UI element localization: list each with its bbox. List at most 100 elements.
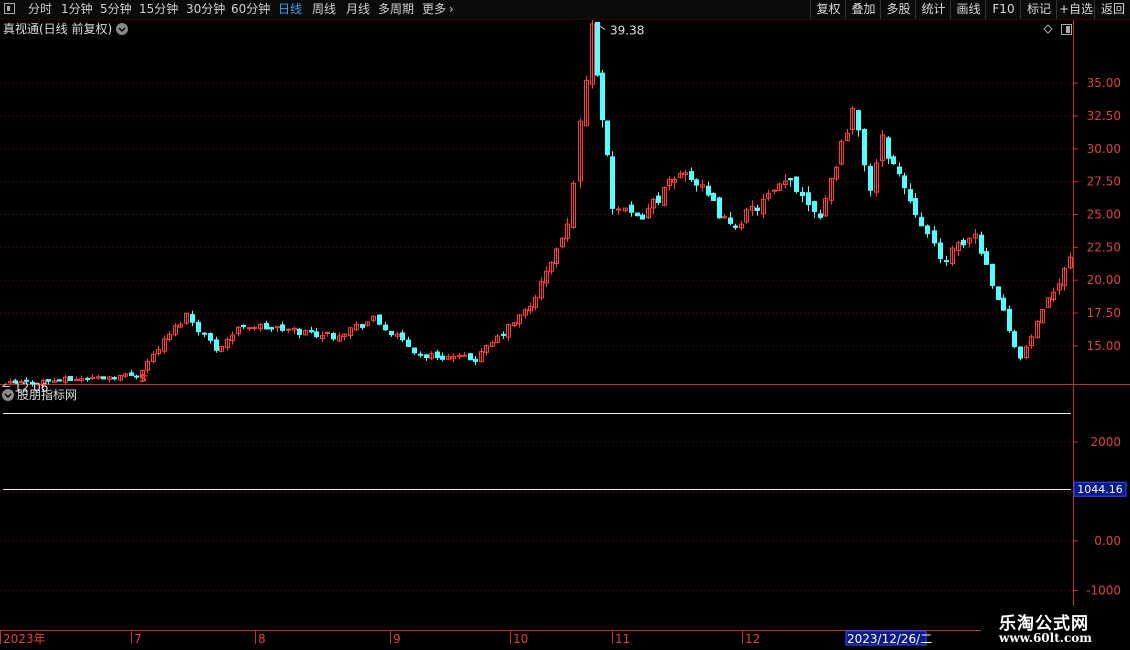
candle-body-down bbox=[129, 372, 134, 376]
candle-body-down bbox=[886, 137, 891, 159]
period-tab-1[interactable]: 1分钟 bbox=[61, 1, 93, 17]
candle-body-down bbox=[1001, 297, 1006, 311]
toolbar-button-0[interactable]: 复权 bbox=[810, 0, 846, 19]
period-tab-5[interactable]: 60分钟 bbox=[231, 1, 270, 17]
candle-body-down bbox=[908, 189, 913, 202]
time-axis-label: 7 bbox=[134, 632, 142, 646]
candle-body-down bbox=[788, 178, 793, 181]
candle-body-down bbox=[196, 321, 201, 333]
candle-body-down bbox=[202, 332, 207, 335]
candle-body-down bbox=[984, 251, 989, 265]
candle-body-down bbox=[755, 207, 760, 211]
signal-mark-s: S bbox=[139, 372, 147, 385]
time-axis-label: 10 bbox=[513, 632, 528, 646]
candle-body-down bbox=[208, 333, 213, 341]
candle-body-down bbox=[856, 110, 861, 131]
period-tab-9[interactable]: 多周期 bbox=[378, 1, 414, 17]
candle-body-down bbox=[112, 377, 117, 380]
watermark-logo: 乐淘公式网 www.60lt.com bbox=[981, 606, 1130, 650]
candle-body-down bbox=[134, 375, 139, 378]
candle-body-down bbox=[812, 201, 817, 213]
toolbar-button-7[interactable]: +自选 bbox=[1056, 0, 1095, 19]
candle-body-down bbox=[314, 331, 319, 338]
candle-body-down bbox=[406, 339, 411, 347]
high-price-label: 39.38 bbox=[610, 24, 644, 38]
price-tick-label: 35.00 bbox=[1087, 76, 1121, 90]
candle-body-down bbox=[309, 330, 314, 333]
candle-body-down bbox=[331, 333, 336, 340]
candle-body-down bbox=[979, 234, 984, 254]
candle-body-down bbox=[85, 378, 90, 381]
candle-body-down bbox=[1007, 308, 1012, 331]
candle-body-down bbox=[424, 354, 429, 358]
period-tab-3[interactable]: 15分钟 bbox=[139, 1, 178, 17]
time-axis-label: 8 bbox=[258, 632, 266, 646]
candle-body-down bbox=[1012, 331, 1017, 348]
candle-body-down bbox=[297, 328, 302, 336]
candle-body-down bbox=[190, 314, 195, 323]
candle-body-down bbox=[389, 330, 394, 336]
candle-body-down bbox=[595, 21, 600, 76]
toolbar-button-4[interactable]: 画线 bbox=[950, 0, 986, 19]
indicator-tick-label: 2000 bbox=[1090, 435, 1121, 449]
candle-body-down bbox=[711, 192, 716, 201]
period-tab-10[interactable]: 更多 bbox=[422, 1, 446, 17]
candle-body-up bbox=[325, 332, 330, 335]
toolbar-button-6[interactable]: 标记 bbox=[1020, 0, 1057, 19]
candle-body-down bbox=[280, 324, 285, 331]
layout-icon[interactable] bbox=[4, 3, 15, 14]
candle-body-up bbox=[616, 208, 621, 211]
price-tick-label: 20.00 bbox=[1087, 273, 1121, 287]
candle-body-down bbox=[605, 120, 610, 156]
more-chevron-icon[interactable]: › bbox=[449, 1, 454, 17]
candlestick-series bbox=[8, 20, 1073, 388]
period-tab-7[interactable]: 周线 bbox=[312, 1, 336, 17]
candle-body-down bbox=[418, 353, 423, 356]
toolbar-button-8[interactable]: 返回 bbox=[1094, 0, 1130, 19]
period-tab-4[interactable]: 30分钟 bbox=[186, 1, 225, 17]
candle-body-down bbox=[925, 225, 930, 235]
candle-body-down bbox=[902, 175, 907, 189]
candle-body-down bbox=[241, 324, 246, 328]
candle-body-up bbox=[286, 328, 291, 331]
candle-body-down bbox=[862, 128, 867, 166]
chart-area: 15.00 17.50 20.00 22.50 25.00 27.50 30.00 32.50… bbox=[0, 20, 1130, 646]
candle-body-down bbox=[996, 286, 1001, 300]
candle-body-down bbox=[383, 324, 388, 331]
candle-body-down bbox=[891, 156, 896, 164]
candle-body-down bbox=[694, 179, 699, 186]
candle-body-down bbox=[610, 156, 615, 209]
candle-body-down bbox=[435, 351, 440, 359]
candle-body-down bbox=[689, 171, 694, 180]
price-tick-label: 15.00 bbox=[1087, 339, 1121, 353]
price-tick-label: 17.50 bbox=[1087, 306, 1121, 320]
low-marker-arrow bbox=[1, 383, 10, 388]
candle-body-down bbox=[656, 195, 661, 203]
toolbar-button-5[interactable]: F10 bbox=[985, 0, 1021, 19]
watermark-line-2: www.60lt.com bbox=[999, 631, 1092, 645]
period-tab-0[interactable]: 分时 bbox=[28, 1, 52, 17]
period-tab-8[interactable]: 月线 bbox=[346, 1, 370, 17]
indicator-panel-title: 股朋指标网 bbox=[17, 387, 77, 402]
toolbar-button-3[interactable]: 统计 bbox=[915, 0, 951, 19]
candle-body-down bbox=[468, 353, 473, 361]
candle-body-down bbox=[990, 263, 995, 287]
price-tick-label: 32.50 bbox=[1087, 109, 1121, 123]
toolbar-button-2[interactable]: 多股 bbox=[880, 0, 916, 19]
candle-body-down bbox=[101, 376, 106, 380]
candle-body-down bbox=[1018, 346, 1023, 359]
time-axis-label: 11 bbox=[615, 632, 630, 646]
candle-body-down bbox=[938, 242, 943, 259]
toolbar-button-1[interactable]: 叠加 bbox=[845, 0, 881, 19]
current-value-label: 1044.16 bbox=[1077, 483, 1123, 496]
period-tab-2[interactable]: 5分钟 bbox=[100, 1, 132, 17]
candle-body-down bbox=[706, 185, 711, 196]
main-panel-title: 真视通(日线 前复权) bbox=[3, 21, 112, 36]
diamond-icon bbox=[1043, 24, 1053, 34]
price-tick-label: 27.50 bbox=[1087, 175, 1121, 189]
candle-body-down bbox=[360, 324, 365, 328]
price-tick-label: 22.50 bbox=[1087, 240, 1121, 254]
candle-body-down bbox=[717, 197, 722, 219]
period-tab-6[interactable]: 日线 bbox=[278, 1, 302, 17]
candle-body-down bbox=[728, 217, 733, 224]
